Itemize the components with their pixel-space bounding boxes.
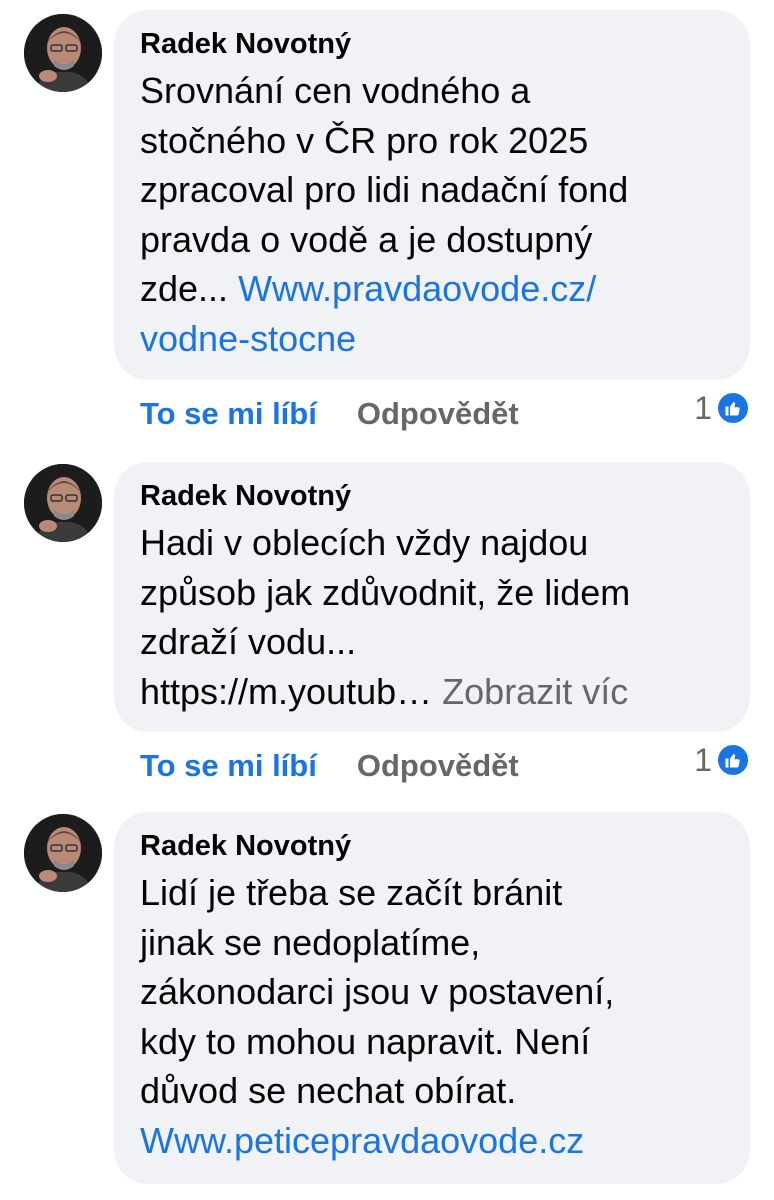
- comment-text: Srovnání cen vodného a stočného v ČR pro…: [140, 66, 724, 363]
- comment-actions: To se mi líbí Odpovědět: [140, 746, 519, 786]
- like-icon: [716, 391, 750, 425]
- comment-text: Hadi v oblecích vždy najdou způsob jak z…: [140, 518, 724, 716]
- like-icon: [716, 743, 750, 777]
- reply-button[interactable]: Odpovědět: [357, 748, 519, 784]
- comment-line: zákonodarci jsou v postavení,: [140, 971, 615, 1012]
- comment-link[interactable]: Www.peticepravdaovode.cz: [140, 1116, 724, 1166]
- comment-text-prefix: zde...: [140, 268, 239, 309]
- avatar[interactable]: [24, 464, 102, 542]
- comment-line: způsob jak zdůvodnit, že lidem: [140, 571, 631, 613]
- comment-line: zdraží vodu...: [140, 621, 357, 662]
- comment-line: kdy to mohou napravit. Není: [140, 1020, 591, 1062]
- comment-bubble: Radek Novotný Hadi v oblecích vždy najdo…: [114, 462, 750, 732]
- reaction-summary[interactable]: 1: [694, 388, 750, 428]
- comment-line: pravda o vodě a je dostupný: [140, 218, 593, 260]
- comment-line: důvod se nechat obírat.: [140, 1070, 517, 1111]
- like-button[interactable]: To se mi líbí: [140, 396, 317, 432]
- comment-line: https://m.youtub… Zobrazit víc: [140, 667, 724, 717]
- avatar-portrait-icon: [24, 814, 102, 892]
- avatar[interactable]: [24, 814, 102, 892]
- comment-bubble: Radek Novotný Lidí je třeba se začít brá…: [114, 812, 750, 1184]
- comment-line: zpracoval pro lidi nadační fond: [140, 169, 629, 210]
- avatar-portrait-icon: [24, 464, 102, 542]
- comment-bubble: Radek Novotný Srovnání cen vodného a sto…: [114, 10, 750, 380]
- comment-author[interactable]: Radek Novotný: [140, 828, 724, 864]
- truncated-url: https://m.youtub…: [140, 670, 433, 712]
- like-button[interactable]: To se mi líbí: [140, 748, 317, 784]
- comment-line: Lidí je třeba se začít bránit: [140, 872, 563, 913]
- comment-line: jinak se nedoplatíme,: [140, 921, 481, 963]
- see-more-button[interactable]: Zobrazit víc: [442, 671, 628, 712]
- comment-link-continued[interactable]: vodne-stocne: [140, 314, 724, 364]
- comment-link[interactable]: Www.pravdaovode.cz/: [238, 268, 596, 309]
- reaction-summary[interactable]: 1: [694, 740, 750, 780]
- comment-author[interactable]: Radek Novotný: [140, 478, 724, 514]
- avatar-portrait-icon: [24, 14, 102, 92]
- comment-actions: To se mi líbí Odpovědět: [140, 394, 519, 434]
- comment-line: Srovnání cen vodného a: [140, 70, 531, 111]
- comment-text: Lidí je třeba se začít bránit jinak se n…: [140, 868, 724, 1165]
- comment-line: zde... Www.pravdaovode.cz/: [140, 264, 724, 314]
- reaction-count: 1: [694, 389, 712, 426]
- reaction-count: 1: [694, 741, 712, 778]
- avatar[interactable]: [24, 14, 102, 92]
- comment-line: Hadi v oblecích vždy najdou: [140, 522, 589, 563]
- reply-button[interactable]: Odpovědět: [357, 396, 519, 432]
- comment-line: stočného v ČR pro rok 2025: [140, 119, 589, 161]
- comment-author[interactable]: Radek Novotný: [140, 26, 724, 62]
